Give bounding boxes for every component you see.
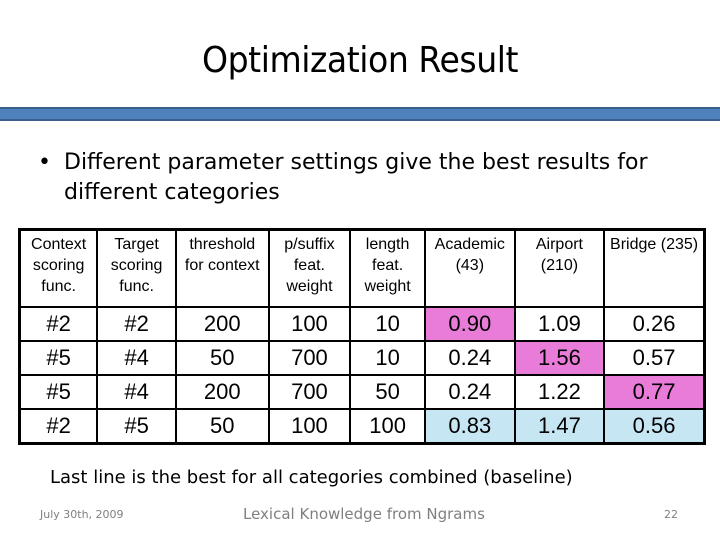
bullet-point: • Different parameter settings give the … (38, 148, 708, 208)
table-header-row: Context scoring func. Target scoring fun… (18, 228, 706, 308)
header-threshold: threshold for context (174, 228, 270, 308)
cell-bridge: 0.26 (603, 306, 706, 342)
cell-threshold: 50 (174, 408, 270, 445)
cell-academic: 0.24 (423, 374, 516, 410)
cell-context-scoring: #2 (18, 306, 99, 342)
title-divider-bar (0, 107, 720, 121)
cell-psuffix-weight: 100 (267, 306, 352, 342)
cell-airport: 1.56 (513, 340, 606, 376)
cell-academic: 0.90 (423, 306, 516, 342)
cell-threshold: 200 (174, 306, 270, 342)
cell-length-weight: 10 (349, 306, 426, 342)
cell-length-weight: 100 (349, 408, 426, 445)
footer-date: July 30th, 2009 (40, 508, 124, 521)
header-bridge: Bridge (235) (603, 228, 706, 308)
header-psuffix-weight: p/suffix feat. weight (267, 228, 352, 308)
table-row: #5 #4 50 700 10 0.24 1.56 0.57 (18, 340, 706, 376)
cell-threshold: 50 (174, 340, 270, 376)
cell-bridge: 0.57 (603, 340, 706, 376)
table-row: #2 #5 50 100 100 0.83 1.47 0.56 (18, 408, 706, 445)
cell-airport: 1.47 (513, 408, 606, 445)
header-academic: Academic (43) (423, 228, 516, 308)
header-airport: Airport (210) (513, 228, 606, 308)
bullet-text: Different parameter settings give the be… (64, 150, 648, 205)
cell-context-scoring: #5 (18, 374, 99, 410)
cell-target-scoring: #4 (96, 340, 177, 376)
cell-target-scoring: #5 (96, 408, 177, 445)
cell-target-scoring: #4 (96, 374, 177, 410)
cell-target-scoring: #2 (96, 306, 177, 342)
cell-length-weight: 10 (349, 340, 426, 376)
cell-academic: 0.24 (423, 340, 516, 376)
table-row: #5 #4 200 700 50 0.24 1.22 0.77 (18, 374, 706, 410)
cell-bridge: 0.56 (603, 408, 706, 445)
cell-academic: 0.83 (423, 408, 516, 445)
baseline-note: Last line is the best for all categories… (50, 467, 573, 488)
cell-psuffix-weight: 700 (267, 374, 352, 410)
cell-bridge: 0.77 (603, 374, 706, 410)
cell-psuffix-weight: 100 (267, 408, 352, 445)
cell-psuffix-weight: 700 (267, 340, 352, 376)
header-length-weight: length feat. weight (349, 228, 426, 308)
footer-title: Lexical Knowledge from Ngrams (243, 505, 485, 523)
table-row: #2 #2 200 100 10 0.90 1.09 0.26 (18, 306, 706, 342)
page-number: 22 (664, 508, 678, 521)
slide-title: Optimization Result (202, 40, 518, 81)
cell-airport: 1.09 (513, 306, 606, 342)
cell-threshold: 200 (174, 374, 270, 410)
header-target-scoring: Target scoring func. (96, 228, 177, 308)
cell-context-scoring: #2 (18, 408, 99, 445)
cell-context-scoring: #5 (18, 340, 99, 376)
header-context-scoring: Context scoring func. (18, 228, 99, 308)
cell-length-weight: 50 (349, 374, 426, 410)
results-table: Context scoring func. Target scoring fun… (18, 228, 706, 445)
bullet-icon: • (38, 150, 51, 175)
cell-airport: 1.22 (513, 374, 606, 410)
